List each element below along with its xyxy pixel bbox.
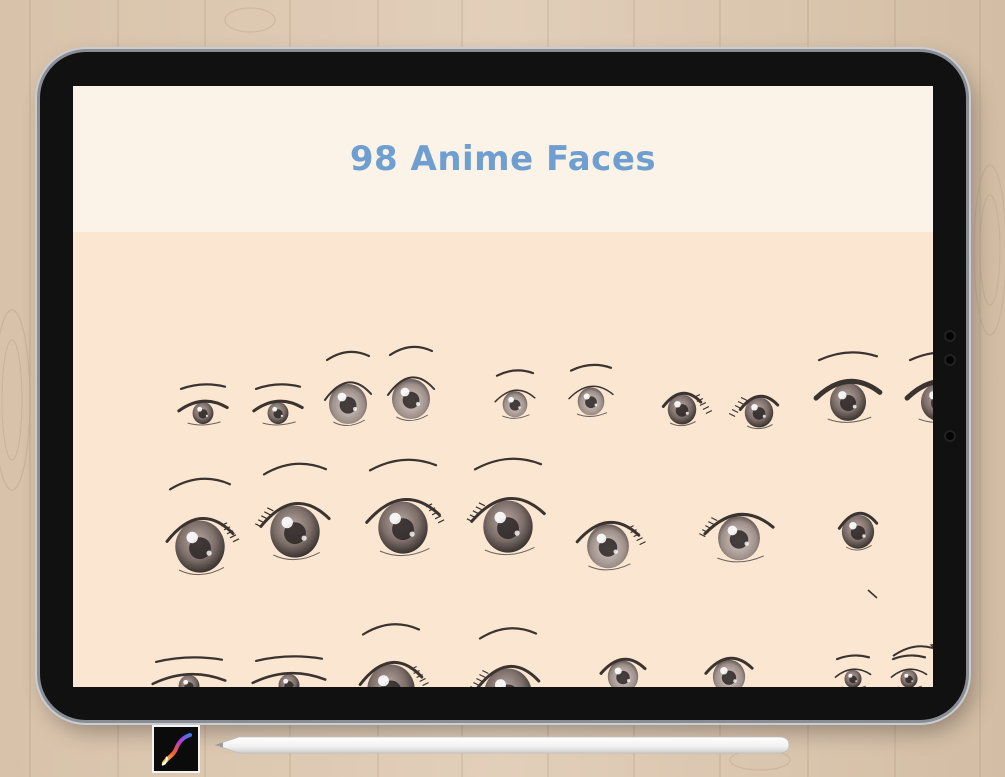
tablet-sensor-dot [944,354,956,366]
procreate-app-icon [152,725,200,773]
anime-eye-drawing [251,655,327,687]
brush-swirl-icon [161,733,192,766]
anime-eye-drawing [813,351,883,423]
anime-eye-drawing [177,383,229,426]
tablet-sensor-dot [944,430,956,442]
tablet-screen: 98 Anime Faces [73,86,933,687]
anime-eye-drawing [704,656,754,687]
title-banner: 98 Anime Faces [73,86,933,232]
anime-eye-drawing [599,657,647,687]
tablet-camera-dot [944,330,956,342]
anime-eye-drawing [890,654,928,687]
anime-eye-drawing [358,623,429,687]
apple-pencil [213,736,790,754]
anime-eye-drawing [386,345,436,421]
anime-eye-drawing [728,394,780,430]
anime-eye-drawing [151,656,227,687]
anime-eye-drawing [904,352,933,423]
anime-eye-drawing [494,369,536,419]
anime-eye-drawing [470,627,541,687]
anime-eye-drawing [252,383,304,426]
anime-eye-drawing [255,462,331,561]
anime-eye-drawing [575,520,646,571]
anime-eye-drawing [699,513,775,563]
page-title: 98 Anime Faces [349,139,657,179]
anime-eye-drawing [837,511,879,551]
anime-eye-drawing [568,363,614,417]
anime-eyes-artwork [151,345,933,687]
anime-eye-drawing [365,458,445,557]
anime-eye-drawing [834,654,872,687]
anime-eye-drawing [323,350,373,426]
anime-eye-drawing [165,477,240,576]
anime-eye-drawing [466,457,546,556]
nose-mark [867,589,878,599]
anime-eye-drawing [661,391,713,427]
